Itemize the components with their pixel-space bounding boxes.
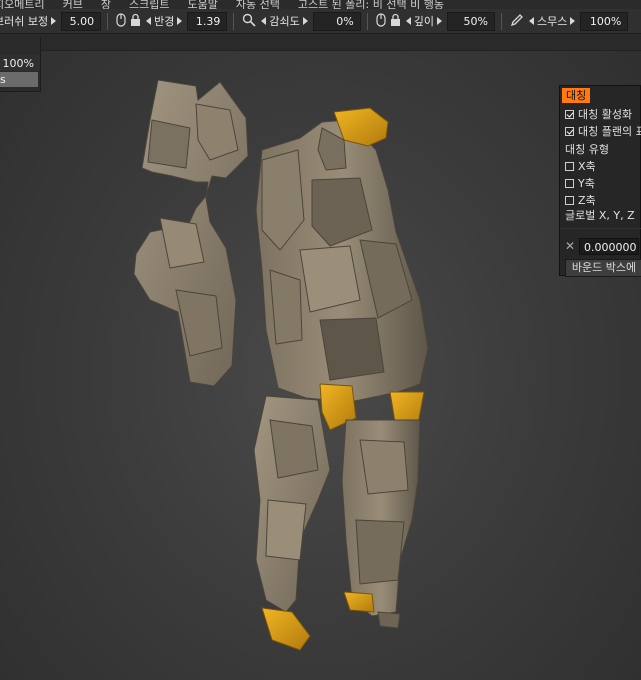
symmetry-x-label: X축 bbox=[578, 160, 596, 173]
symmetry-global-row[interactable]: 글로벌 X, Y, Z bbox=[565, 207, 635, 223]
symmetry-panel: 대칭 대칭 활성화 대칭 플랜의 표 대칭 유형 X축 Y축 Z축 글로벌 X,… bbox=[559, 85, 641, 277]
symmetry-plane-label: 대칭 플랜의 표 bbox=[578, 125, 641, 138]
symmetry-x-row[interactable]: X축 bbox=[565, 158, 596, 174]
symmetry-title-tab[interactable]: 대칭 bbox=[562, 88, 591, 103]
symmetry-z-label: Z축 bbox=[578, 194, 596, 207]
symmetry-enable-checkbox[interactable] bbox=[565, 109, 574, 119]
symmetry-global-label: 글로벌 X, Y, Z bbox=[565, 209, 635, 222]
mech-model bbox=[133, 79, 429, 651]
symmetry-enable-row[interactable]: 대칭 활성화 bbox=[565, 106, 632, 122]
symmetry-plane-row[interactable]: 대칭 플랜의 표 bbox=[565, 123, 641, 139]
symmetry-divider bbox=[560, 228, 641, 229]
symmetry-y-row[interactable]: Y축 bbox=[565, 175, 595, 191]
bounding-box-button[interactable]: 바운드 박스에 bbox=[565, 259, 641, 277]
symmetry-y-label: Y축 bbox=[578, 177, 595, 190]
symmetry-type-row: 대칭 유형 bbox=[565, 141, 609, 157]
symmetry-y-checkbox[interactable] bbox=[565, 178, 574, 188]
symmetry-x-checkbox[interactable] bbox=[565, 161, 574, 171]
sculpt-model-viewport[interactable] bbox=[0, 0, 641, 680]
symmetry-offset-input[interactable]: 0.000000 bbox=[579, 238, 639, 255]
symmetry-z-checkbox[interactable] bbox=[565, 195, 574, 205]
symmetry-plane-checkbox[interactable] bbox=[565, 126, 574, 136]
symmetry-enable-label: 대칭 활성화 bbox=[578, 108, 633, 121]
close-icon[interactable]: ✕ bbox=[565, 239, 575, 253]
symmetry-type-label: 대칭 유형 bbox=[565, 143, 609, 156]
symmetry-z-row[interactable]: Z축 bbox=[565, 192, 596, 208]
